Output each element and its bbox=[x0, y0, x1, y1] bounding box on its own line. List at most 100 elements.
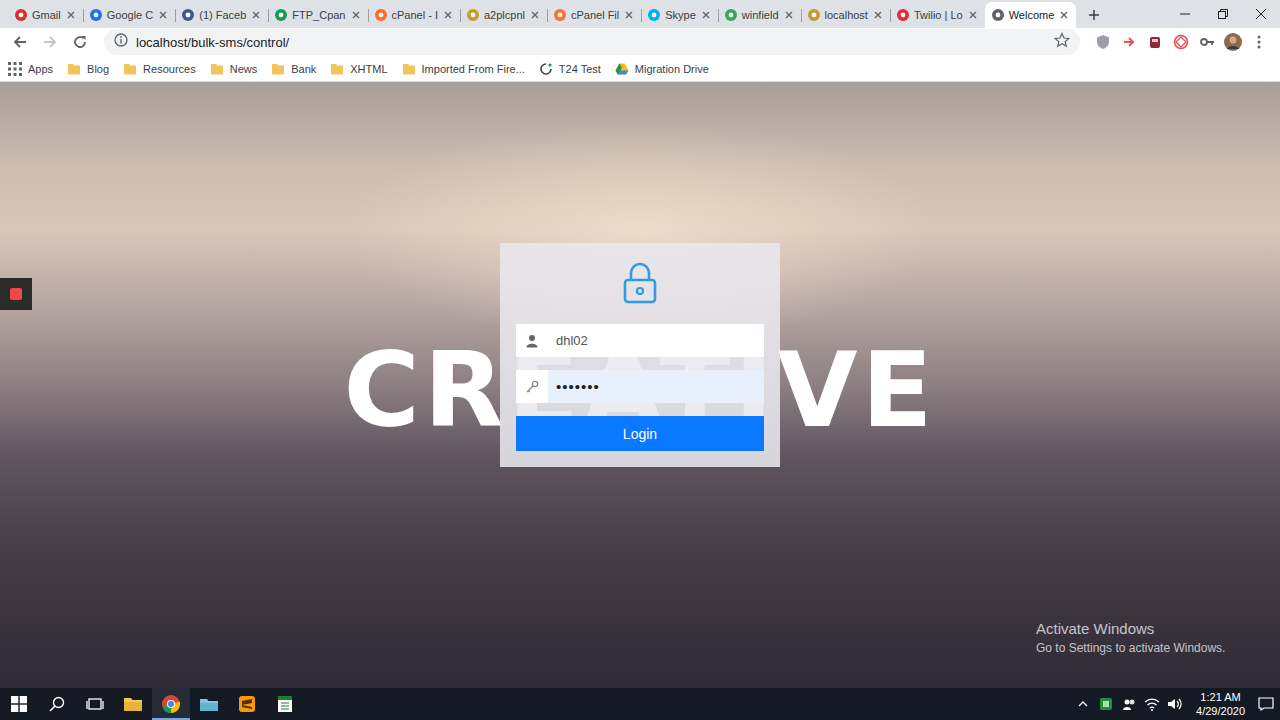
stop-record-icon[interactable] bbox=[10, 288, 22, 300]
extensions bbox=[1094, 33, 1272, 51]
browser-tab[interactable]: localhost bbox=[801, 2, 890, 28]
bookmark[interactable]: Resources bbox=[123, 62, 196, 76]
close-tab-icon[interactable] bbox=[250, 9, 262, 21]
bookmark[interactable]: XHTML bbox=[330, 62, 387, 76]
system-tray: 1:21 AM4/29/2020 bbox=[1075, 690, 1280, 718]
close-tab-icon[interactable] bbox=[350, 9, 362, 21]
lock-icon bbox=[621, 261, 659, 305]
folder-app-icon[interactable] bbox=[190, 688, 228, 720]
browser-tab[interactable]: Welcome bbox=[985, 2, 1077, 28]
profile-avatar-icon[interactable] bbox=[1224, 33, 1242, 51]
folder-icon bbox=[330, 62, 344, 76]
tab-list: GmailGoogle C(1) FacebFTP_CpancPanel - I… bbox=[8, 2, 1076, 28]
windows-start-icon[interactable] bbox=[0, 688, 38, 720]
close-window-icon[interactable] bbox=[1242, 0, 1280, 28]
favicon-icon bbox=[724, 8, 738, 22]
close-tab-icon[interactable] bbox=[872, 9, 884, 21]
favicon-icon bbox=[181, 8, 195, 22]
arrow-extension-icon[interactable] bbox=[1120, 33, 1138, 51]
folder-icon bbox=[402, 62, 416, 76]
bookmark[interactable]: Blog bbox=[67, 62, 109, 76]
close-tab-icon[interactable] bbox=[623, 9, 635, 21]
user-icon bbox=[516, 324, 548, 357]
browser-tab[interactable]: winfield bbox=[718, 2, 801, 28]
chrome-icon[interactable] bbox=[152, 688, 190, 720]
search-icon[interactable] bbox=[38, 688, 76, 720]
close-tab-icon[interactable] bbox=[1058, 9, 1070, 21]
link-icon bbox=[539, 62, 553, 76]
bookmark[interactable]: News bbox=[210, 62, 258, 76]
reload-icon[interactable] bbox=[68, 30, 92, 54]
favicon-icon bbox=[466, 8, 480, 22]
key-icon bbox=[516, 370, 548, 403]
app-tray-icon[interactable] bbox=[1098, 696, 1114, 712]
favicon-icon bbox=[89, 8, 103, 22]
browser-tab[interactable]: Twilio | Lo bbox=[890, 2, 985, 28]
close-tab-icon[interactable] bbox=[157, 9, 169, 21]
favicon-icon bbox=[14, 8, 28, 22]
menu-icon[interactable] bbox=[1250, 33, 1268, 51]
task-view-icon[interactable] bbox=[76, 688, 114, 720]
shield-extension-icon[interactable] bbox=[1094, 33, 1112, 51]
folder-icon bbox=[271, 62, 285, 76]
target-extension-icon[interactable] bbox=[1172, 33, 1190, 51]
favicon-icon bbox=[647, 8, 661, 22]
notification-icon[interactable] bbox=[1258, 696, 1274, 712]
login-button[interactable]: Login bbox=[516, 416, 764, 451]
favicon-icon bbox=[807, 8, 821, 22]
bookmark[interactable]: Apps bbox=[8, 62, 53, 76]
web-page: CREATIVELoginActivate WindowsGo to Setti… bbox=[0, 82, 1280, 688]
favicon-icon bbox=[896, 8, 910, 22]
browser-tab[interactable]: cPanel - I bbox=[368, 2, 460, 28]
browser-tab[interactable]: Google C bbox=[83, 2, 175, 28]
close-tab-icon[interactable] bbox=[700, 9, 712, 21]
close-tab-icon[interactable] bbox=[783, 9, 795, 21]
show-hidden-icon[interactable] bbox=[1075, 696, 1091, 712]
browser-tab[interactable]: cPanel Fil bbox=[547, 2, 641, 28]
window-controls bbox=[1166, 0, 1280, 28]
key-icon[interactable] bbox=[1198, 33, 1216, 51]
browser-tab[interactable]: Skype bbox=[641, 2, 718, 28]
address-bar[interactable]: localhost/bulk-sms/control/ bbox=[104, 29, 1080, 55]
folder-icon bbox=[210, 62, 224, 76]
close-tab-icon[interactable] bbox=[65, 9, 77, 21]
drive-icon bbox=[615, 62, 629, 76]
bookmark[interactable]: Migration Drive bbox=[615, 62, 709, 76]
volume-icon[interactable] bbox=[1167, 696, 1183, 712]
bookmarks-bar: Apps Blog Resources News Bank XHTML Imported F… bbox=[0, 56, 1280, 82]
favicon-icon bbox=[274, 8, 288, 22]
favicon-icon bbox=[553, 8, 567, 22]
forward-icon bbox=[38, 30, 62, 54]
close-tab-icon[interactable] bbox=[529, 9, 541, 21]
bookmark[interactable]: T24 Test bbox=[539, 62, 601, 76]
username-field bbox=[516, 324, 764, 357]
apps-icon bbox=[8, 62, 22, 76]
bookmark[interactable]: Bank bbox=[271, 62, 316, 76]
record-widget[interactable] bbox=[0, 278, 32, 310]
folder-icon bbox=[123, 62, 137, 76]
browser-tab[interactable]: FTP_Cpan bbox=[268, 2, 367, 28]
clock[interactable]: 1:21 AM4/29/2020 bbox=[1190, 690, 1251, 718]
info-icon[interactable] bbox=[114, 33, 128, 51]
restore-icon[interactable] bbox=[1204, 0, 1242, 28]
close-tab-icon[interactable] bbox=[442, 9, 454, 21]
close-tab-icon[interactable] bbox=[967, 9, 979, 21]
bookmark[interactable]: Imported From Fire... bbox=[402, 62, 525, 76]
username-input[interactable] bbox=[548, 324, 764, 357]
toolbar: localhost/bulk-sms/control/ bbox=[0, 28, 1280, 56]
browser-tab[interactable]: a2plcpnl bbox=[460, 2, 547, 28]
activation-watermark: Activate WindowsGo to Settings to activa… bbox=[1036, 620, 1225, 655]
bug-extension-icon[interactable] bbox=[1146, 33, 1164, 51]
star-icon[interactable] bbox=[1054, 32, 1070, 52]
wifi-icon[interactable] bbox=[1144, 696, 1160, 712]
people-icon[interactable] bbox=[1121, 696, 1137, 712]
minimize-icon[interactable] bbox=[1166, 0, 1204, 28]
browser-tab[interactable]: Gmail bbox=[8, 2, 83, 28]
password-input[interactable] bbox=[548, 370, 764, 403]
browser-tab[interactable]: (1) Faceb bbox=[175, 2, 268, 28]
new-tab-icon[interactable] bbox=[1080, 2, 1108, 28]
sublime-icon[interactable] bbox=[228, 688, 266, 720]
back-icon[interactable] bbox=[8, 30, 32, 54]
spreadsheet-icon[interactable] bbox=[266, 688, 304, 720]
file-explorer-icon[interactable] bbox=[114, 688, 152, 720]
